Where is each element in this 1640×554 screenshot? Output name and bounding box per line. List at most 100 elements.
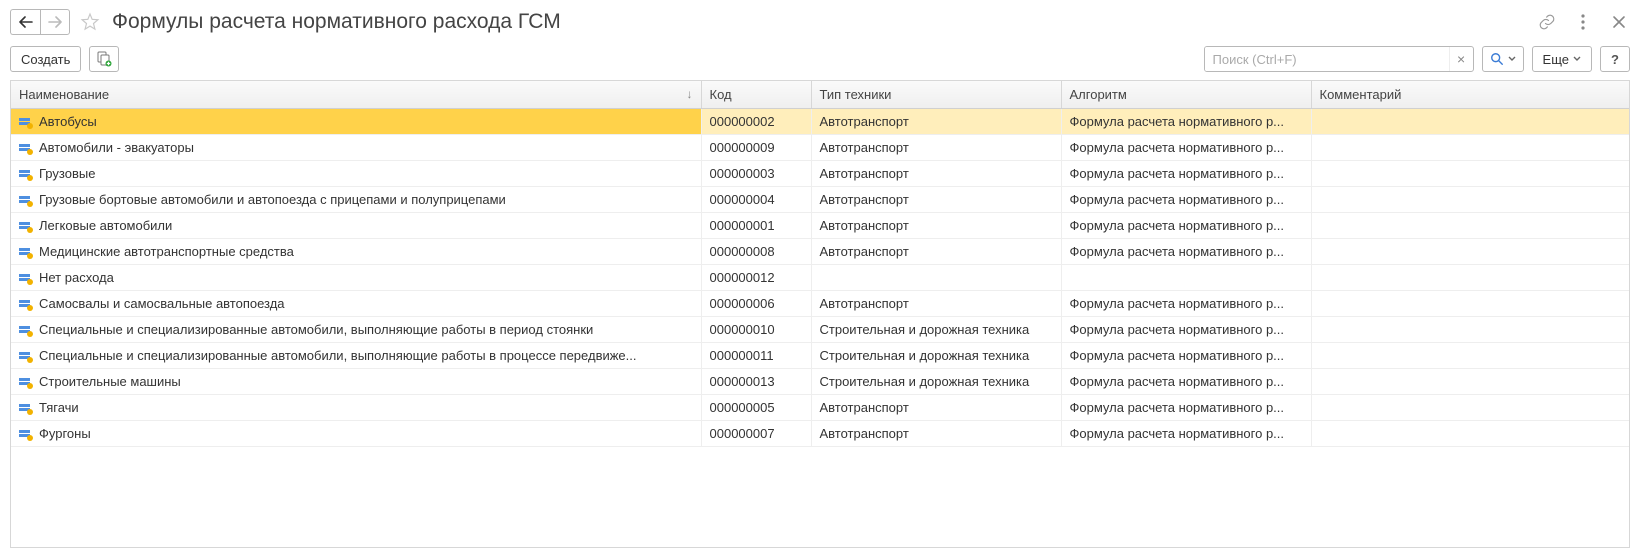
column-header-name[interactable]: Наименование ↓: [11, 81, 701, 109]
cell-type: Автотранспорт: [811, 395, 1061, 421]
chevron-down-icon: [1573, 56, 1581, 62]
cell-code: 000000002: [701, 109, 811, 135]
cell-name: Самосвалы и самосвальные автопоезда: [11, 291, 701, 317]
cell-name: Грузовые бортовые автомобили и автопоезд…: [11, 187, 701, 213]
more-button[interactable]: Еще: [1532, 46, 1592, 72]
cell-comment: [1311, 369, 1629, 395]
cell-comment: [1311, 343, 1629, 369]
cell-comment: [1311, 213, 1629, 239]
catalog-item-icon: [19, 247, 33, 259]
clear-icon: ×: [1457, 51, 1465, 67]
cell-code: 000000004: [701, 187, 811, 213]
cell-name: Строительные машины: [11, 369, 701, 395]
catalog-item-icon: [19, 403, 33, 415]
close-button[interactable]: [1608, 11, 1630, 33]
cell-algorithm: Формула расчета нормативного р...: [1061, 213, 1311, 239]
search-clear-button[interactable]: ×: [1449, 47, 1473, 71]
cell-name: Фургоны: [11, 421, 701, 447]
table-row[interactable]: Автомобили - эвакуаторы000000009Автотран…: [11, 135, 1629, 161]
help-icon: ?: [1611, 52, 1619, 67]
cell-type: Строительная и дорожная техника: [811, 317, 1061, 343]
cell-algorithm: Формула расчета нормативного р...: [1061, 187, 1311, 213]
cell-comment: [1311, 135, 1629, 161]
cell-code: 000000011: [701, 343, 811, 369]
link-button[interactable]: [1536, 11, 1558, 33]
cell-algorithm: Формула расчета нормативного р...: [1061, 161, 1311, 187]
search-field[interactable]: ×: [1204, 46, 1474, 72]
close-icon: [1612, 15, 1626, 29]
kebab-menu-button[interactable]: [1572, 11, 1594, 33]
table-row[interactable]: Специальные и специализированные автомоб…: [11, 343, 1629, 369]
cell-type: Автотранспорт: [811, 135, 1061, 161]
cell-algorithm: Формула расчета нормативного р...: [1061, 135, 1311, 161]
cell-algorithm: Формула расчета нормативного р...: [1061, 239, 1311, 265]
cell-code: 000000010: [701, 317, 811, 343]
table-row[interactable]: Грузовые бортовые автомобили и автопоезд…: [11, 187, 1629, 213]
cell-algorithm: [1061, 265, 1311, 291]
create-button[interactable]: Создать: [10, 46, 81, 72]
cell-type: Автотранспорт: [811, 161, 1061, 187]
table-row[interactable]: Фургоны000000007АвтотранспортФормула рас…: [11, 421, 1629, 447]
cell-algorithm: Формула расчета нормативного р...: [1061, 317, 1311, 343]
nav-group: [10, 9, 70, 35]
catalog-item-icon: [19, 143, 33, 155]
table-row[interactable]: Автобусы000000002АвтотранспортФормула ра…: [11, 109, 1629, 135]
table-row[interactable]: Тягачи000000005АвтотранспортФормула расч…: [11, 395, 1629, 421]
cell-code: 000000005: [701, 395, 811, 421]
cell-code: 000000013: [701, 369, 811, 395]
cell-algorithm: Формула расчета нормативного р...: [1061, 109, 1311, 135]
cell-name: Тягачи: [11, 395, 701, 421]
cell-algorithm: Формула расчета нормативного р...: [1061, 291, 1311, 317]
cell-name: Специальные и специализированные автомоб…: [11, 317, 701, 343]
cell-comment: [1311, 187, 1629, 213]
cell-name: Нет расхода: [11, 265, 701, 291]
cell-type: Автотранспорт: [811, 187, 1061, 213]
catalog-item-icon: [19, 299, 33, 311]
cell-name: Медицинские автотранспортные средства: [11, 239, 701, 265]
table-row[interactable]: Строительные машины000000013Строительная…: [11, 369, 1629, 395]
search-dropdown-button[interactable]: [1482, 46, 1524, 72]
table-row[interactable]: Медицинские автотранспортные средства000…: [11, 239, 1629, 265]
cell-type: Строительная и дорожная техника: [811, 343, 1061, 369]
cell-comment: [1311, 421, 1629, 447]
table-row[interactable]: Легковые автомобили000000001Автотранспор…: [11, 213, 1629, 239]
cell-code: 000000007: [701, 421, 811, 447]
help-button[interactable]: ?: [1600, 46, 1630, 72]
cell-algorithm: Формула расчета нормативного р...: [1061, 395, 1311, 421]
catalog-item-icon: [19, 273, 33, 285]
cell-comment: [1311, 395, 1629, 421]
table-row[interactable]: Нет расхода000000012: [11, 265, 1629, 291]
cell-type: [811, 265, 1061, 291]
back-button[interactable]: [10, 9, 40, 35]
cell-name: Специальные и специализированные автомоб…: [11, 343, 701, 369]
cell-code: 000000003: [701, 161, 811, 187]
star-icon: [80, 12, 100, 32]
toolbar: Создать × Еще ?: [10, 46, 1630, 80]
cell-algorithm: Формула расчета нормативного р...: [1061, 421, 1311, 447]
copy-new-icon: [95, 50, 113, 68]
create-copy-button[interactable]: [89, 46, 119, 72]
cell-name: Грузовые: [11, 161, 701, 187]
kebab-icon: [1581, 14, 1585, 30]
table-row[interactable]: Самосвалы и самосвальные автопоезда00000…: [11, 291, 1629, 317]
cell-comment: [1311, 265, 1629, 291]
cell-comment: [1311, 317, 1629, 343]
column-header-algorithm[interactable]: Алгоритм: [1061, 81, 1311, 109]
chevron-down-icon: [1508, 56, 1516, 62]
cell-type: Автотранспорт: [811, 239, 1061, 265]
search-input[interactable]: [1205, 47, 1449, 71]
catalog-item-icon: [19, 195, 33, 207]
column-header-type[interactable]: Тип техники: [811, 81, 1061, 109]
search-icon: [1490, 52, 1504, 66]
page-title: Формулы расчета нормативного расхода ГСМ: [112, 10, 561, 34]
catalog-item-icon: [19, 429, 33, 441]
arrow-right-icon: [48, 16, 62, 28]
column-header-code[interactable]: Код: [701, 81, 811, 109]
favorite-button[interactable]: [76, 8, 104, 36]
catalog-item-icon: [19, 351, 33, 363]
column-header-comment[interactable]: Комментарий: [1311, 81, 1629, 109]
table-row[interactable]: Грузовые000000003АвтотранспортФормула ра…: [11, 161, 1629, 187]
forward-button[interactable]: [40, 9, 70, 35]
cell-type: Автотранспорт: [811, 213, 1061, 239]
table-row[interactable]: Специальные и специализированные автомоб…: [11, 317, 1629, 343]
